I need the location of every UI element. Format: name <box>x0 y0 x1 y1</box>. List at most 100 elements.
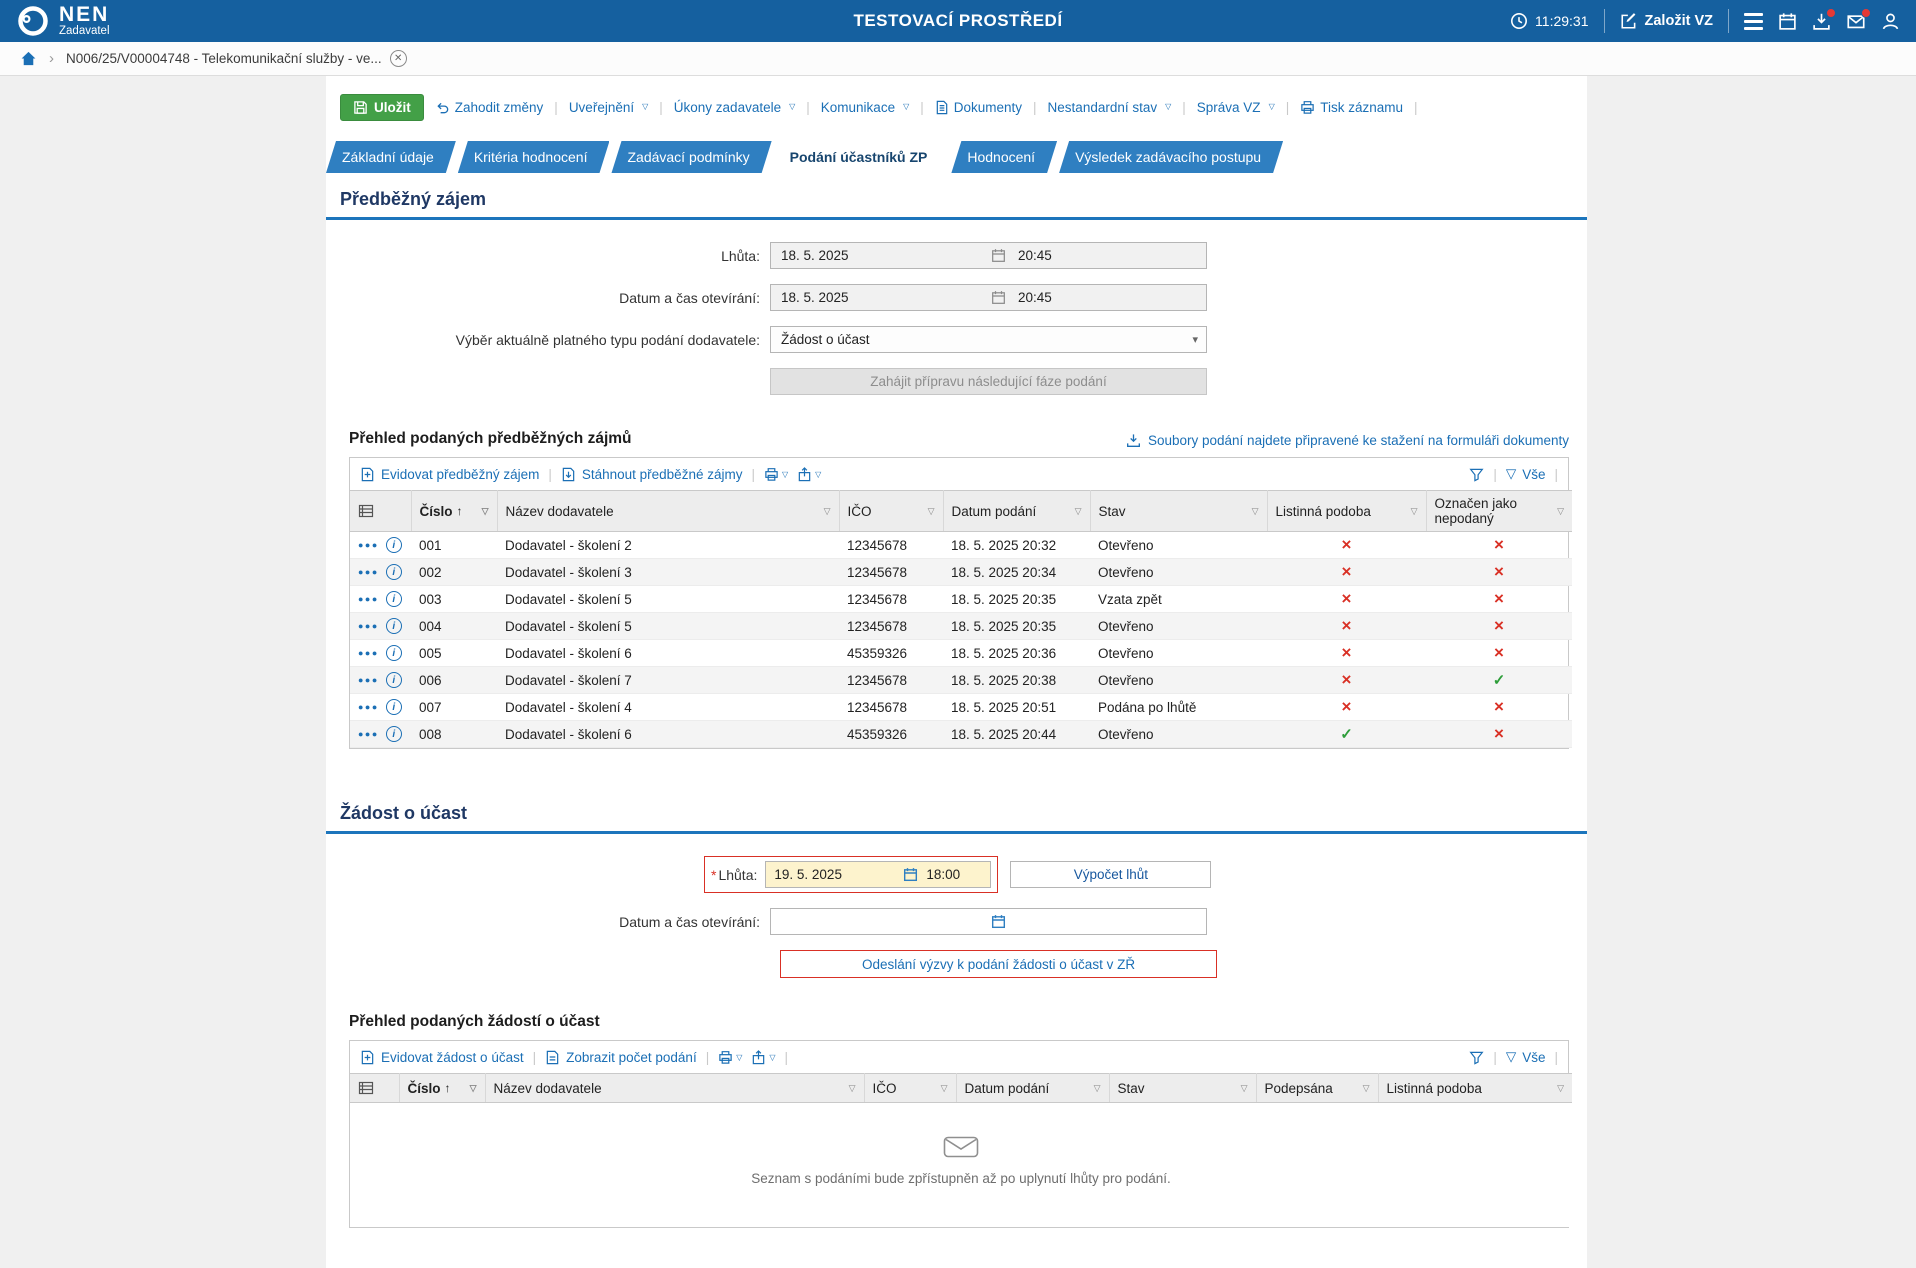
column-filter-icon[interactable]: ▽ <box>849 1083 856 1094</box>
start-next-phase-button[interactable]: Zahájit přípravu následující fáze podání <box>770 368 1207 395</box>
filter-preset-all[interactable]: ▽ Vše <box>1506 466 1546 482</box>
calendar-icon[interactable] <box>903 867 918 882</box>
deadline-date-value[interactable]: 18. 5. 2025 <box>771 248 991 263</box>
row-actions-icon[interactable] <box>358 567 379 577</box>
save-button[interactable]: Uložit <box>340 94 424 121</box>
table-row[interactable]: 002 Dodavatel - školení 3 12345678 18. 5… <box>350 559 1572 586</box>
home-icon[interactable] <box>20 50 37 67</box>
calendar-icon[interactable] <box>991 290 1006 305</box>
send-invitation-button[interactable]: Odeslání výzvy k podání žádosti o účast … <box>780 950 1217 978</box>
table-row[interactable]: 007 Dodavatel - školení 4 12345678 18. 5… <box>350 694 1572 721</box>
download-preliminary-button[interactable]: Stáhnout předběžné zájmy <box>561 467 743 482</box>
filter-preset-all[interactable]: ▽ Vše <box>1506 1049 1546 1065</box>
row-actions-icon[interactable] <box>358 540 379 550</box>
tab-zakladni-udaje[interactable]: Základní údaje <box>326 141 456 173</box>
info-icon[interactable] <box>386 699 402 715</box>
info-icon[interactable] <box>386 618 402 634</box>
column-filter-icon[interactable]: ▽ <box>482 506 489 517</box>
column-filter-icon[interactable]: ▽ <box>824 506 831 517</box>
table-row[interactable]: 004 Dodavatel - školení 5 12345678 18. 5… <box>350 613 1572 640</box>
vz-admin-menu[interactable]: Správa VZ <box>1197 100 1275 115</box>
communication-menu[interactable]: Komunikace <box>821 100 909 115</box>
tab-hodnoceni[interactable]: Hodnocení <box>951 141 1057 173</box>
tab-zadavaci-podminky[interactable]: Zadávací podmínky <box>611 141 771 173</box>
row-actions-icon[interactable] <box>358 648 379 658</box>
tab-vysledek-zadavaciho-postupu[interactable]: Výsledek zadávacího postupu <box>1059 141 1283 173</box>
messages-button[interactable] <box>1846 12 1866 31</box>
grid-settings-column[interactable] <box>350 1074 399 1103</box>
column-header-cislo[interactable]: Číslo↑▽ <box>411 491 497 532</box>
column-filter-icon[interactable]: ▽ <box>470 1083 477 1094</box>
participation-opening-field[interactable] <box>770 908 1207 935</box>
opening-datetime-field[interactable]: 18. 5. 2025 20:45 <box>770 284 1207 311</box>
print-grid-button[interactable]: ▽ <box>718 1050 742 1065</box>
export-grid-button[interactable]: ▽ <box>751 1050 775 1065</box>
breadcrumb-item[interactable]: N006/25/V00004748 - Telekomunikační služ… <box>66 50 407 67</box>
table-row[interactable]: 008 Dodavatel - školení 6 45359326 18. 5… <box>350 721 1572 748</box>
column-header-datum-podani[interactable]: Datum podání▽ <box>943 491 1090 532</box>
row-actions-icon[interactable] <box>358 621 379 631</box>
show-submission-count-button[interactable]: Zobrazit počet podání <box>545 1050 697 1065</box>
submission-files-link[interactable]: Soubory podání najdete připravené ke sta… <box>1126 433 1569 448</box>
info-icon[interactable] <box>386 591 402 607</box>
nonstandard-state-menu[interactable]: Nestandardní stav <box>1048 100 1172 115</box>
info-icon[interactable] <box>386 726 402 742</box>
participation-deadline-field[interactable]: 19. 5. 2025 18:00 <box>765 861 991 888</box>
column-header-podepsana[interactable]: Podepsána▽ <box>1256 1074 1378 1103</box>
column-filter-icon[interactable]: ▽ <box>1557 1083 1564 1094</box>
column-header-stav[interactable]: Stav▽ <box>1090 491 1267 532</box>
tab-podani-ucastniku-zp[interactable]: Podání účastníků ZP <box>774 141 950 173</box>
row-actions-icon[interactable] <box>358 702 379 712</box>
contracting-tasks-menu[interactable]: Úkony zadavatele <box>674 100 795 115</box>
column-header-oznacen-jako-nepodany[interactable]: Označen jako nepodaný▽ <box>1426 491 1572 532</box>
filter-button[interactable] <box>1469 467 1484 482</box>
column-filter-icon[interactable]: ▽ <box>941 1083 948 1094</box>
publish-menu[interactable]: Uveřejnění <box>569 100 648 115</box>
deadline-date-value[interactable]: 19. 5. 2025 <box>766 867 903 882</box>
column-header-listinna-podoba[interactable]: Listinná podoba▽ <box>1378 1074 1572 1103</box>
calculate-deadlines-button[interactable]: Výpočet lhůt <box>1010 861 1211 888</box>
info-icon[interactable] <box>386 537 402 553</box>
calendar-button[interactable] <box>1778 12 1797 31</box>
column-filter-icon[interactable]: ▽ <box>1411 506 1418 517</box>
column-header-listinna-podoba[interactable]: Listinná podoba▽ <box>1267 491 1426 532</box>
column-filter-icon[interactable]: ▽ <box>1241 1083 1248 1094</box>
opening-date-value[interactable]: 18. 5. 2025 <box>771 290 991 305</box>
deadline-datetime-field[interactable]: 18. 5. 2025 20:45 <box>770 242 1207 269</box>
column-filter-icon[interactable]: ▽ <box>928 506 935 517</box>
register-participation-button[interactable]: Evidovat žádost o účast <box>360 1050 524 1065</box>
register-preliminary-button[interactable]: Evidovat předběžný zájem <box>360 467 539 482</box>
column-header-stav[interactable]: Stav▽ <box>1109 1074 1256 1103</box>
calendar-icon[interactable] <box>991 248 1006 263</box>
filter-button[interactable] <box>1469 1050 1484 1065</box>
row-actions-icon[interactable] <box>358 594 379 604</box>
column-header-ico[interactable]: IČO▽ <box>864 1074 956 1103</box>
row-actions-icon[interactable] <box>358 729 379 739</box>
column-filter-icon[interactable]: ▽ <box>1363 1083 1370 1094</box>
grid-settings-column[interactable] <box>350 491 411 532</box>
deadline-time-value[interactable]: 20:45 <box>1006 248 1206 263</box>
downloads-button[interactable] <box>1812 12 1831 31</box>
calendar-icon[interactable] <box>991 914 1006 929</box>
row-actions-icon[interactable] <box>358 675 379 685</box>
profile-button[interactable] <box>1881 12 1900 31</box>
info-icon[interactable] <box>386 564 402 580</box>
deadline-time-value[interactable]: 18:00 <box>918 867 990 882</box>
column-header-nazev-dodavatele[interactable]: Název dodavatele▽ <box>485 1074 864 1103</box>
table-row[interactable]: 005 Dodavatel - školení 6 45359326 18. 5… <box>350 640 1572 667</box>
menu-button[interactable] <box>1744 13 1763 30</box>
column-header-nazev-dodavatele[interactable]: Název dodavatele▽ <box>497 491 839 532</box>
print-grid-button[interactable]: ▽ <box>764 467 788 482</box>
table-row[interactable]: 001 Dodavatel - školení 2 12345678 18. 5… <box>350 532 1572 559</box>
tab-kriteria-hodnoceni[interactable]: Kritéria hodnocení <box>458 141 610 173</box>
discard-changes-button[interactable]: Zahodit změny <box>435 100 544 115</box>
info-icon[interactable] <box>386 672 402 688</box>
documents-button[interactable]: Dokumenty <box>935 100 1022 115</box>
column-header-datum-podani[interactable]: Datum podání▽ <box>956 1074 1109 1103</box>
info-icon[interactable] <box>386 645 402 661</box>
brand[interactable]: NEN Zadavatel <box>16 4 110 38</box>
create-vz-button[interactable]: Založit VZ <box>1620 12 1713 30</box>
column-filter-icon[interactable]: ▽ <box>1557 506 1564 517</box>
column-filter-icon[interactable]: ▽ <box>1094 1083 1101 1094</box>
column-filter-icon[interactable]: ▽ <box>1252 506 1259 517</box>
